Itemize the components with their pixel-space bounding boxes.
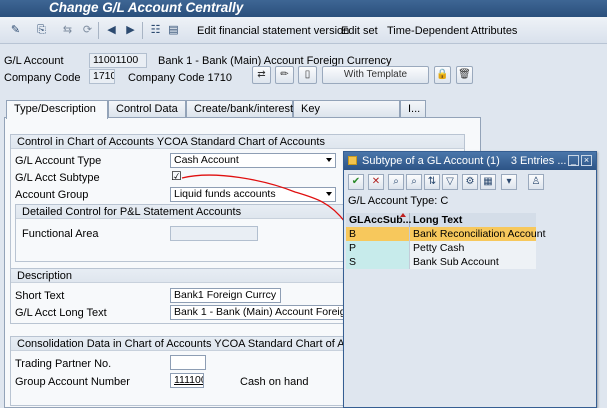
row-text: Petty Cash [410,241,536,255]
popup-filter: G/L Account Type: C [348,195,449,207]
table-row[interactable]: P Petty Cash [346,241,536,255]
row-code: P [346,241,410,255]
print-icon[interactable]: ▦ [480,174,496,190]
find-icon[interactable]: ⌕ [388,174,404,190]
table-header: GLAccSub... Long Text [346,213,536,227]
sort-ascending-icon [400,213,406,217]
row-text: Bank Reconciliation Account [413,228,546,240]
popup-title: Subtype of a GL Account (1) [362,155,500,167]
cancel-icon[interactable]: ✕ [368,174,384,190]
tab-label: Type/Description [14,103,96,115]
find-next-icon[interactable]: ⌕ [406,174,422,190]
minimize-icon[interactable]: _ [568,155,579,166]
filter-icon[interactable]: ▽ [442,174,458,190]
sort-icon[interactable]: ⇅ [424,174,440,190]
personalize-icon[interactable]: ♙ [528,174,544,190]
row-code: B [346,227,410,241]
row-code: S [346,255,410,269]
table-row[interactable]: B Bank Reconciliation Account [346,227,546,241]
settings-icon[interactable]: ⚙ [462,174,478,190]
subtype-popup: Subtype of a GL Account (1) 3 Entries ..… [343,151,597,408]
close-icon[interactable]: × [581,155,592,166]
popup-entries: 3 Entries ... [510,155,567,167]
table-row[interactable]: S Bank Sub Account [346,255,536,269]
popup-system-icon[interactable] [348,156,357,165]
layout-icon[interactable]: ▾ [501,174,517,190]
confirm-icon[interactable]: ✔ [348,174,364,190]
column-header[interactable]: Long Text [410,213,536,227]
tab-type-description[interactable]: Type/Description [6,100,108,119]
popup-title-bar: Subtype of a GL Account (1) 3 Entries ..… [344,152,596,170]
row-text: Bank Sub Account [410,255,536,269]
